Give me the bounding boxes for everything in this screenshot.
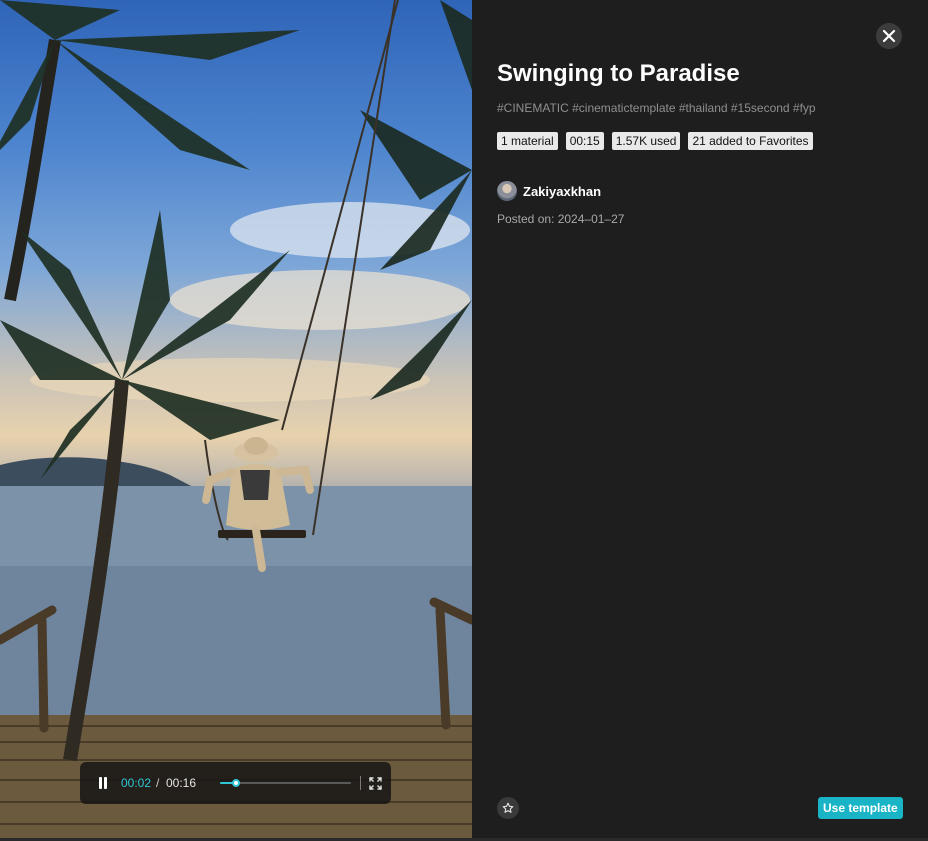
favorites-count-badge: 21 added to Favorites [688,132,813,150]
fullscreen-button[interactable] [369,777,382,790]
video-frame-image [0,0,472,838]
close-button[interactable] [876,23,902,49]
use-template-button[interactable]: Use template [818,797,903,819]
duration-badge: 00:15 [565,132,604,150]
star-icon [502,802,514,813]
video-player-controls: 00:02 / 00:16 [80,762,391,804]
time-separator: / [156,776,160,790]
template-title: Swinging to Paradise [497,60,740,87]
material-count-badge: 1 material [497,132,558,150]
divider [360,776,361,790]
avatar [497,181,517,201]
close-icon [882,29,896,43]
favorite-button[interactable] [497,797,519,819]
hashtags: #CINEMATIC #cinematictemplate #thailand … [497,101,816,115]
template-details-panel: Swinging to Paradise #CINEMATIC #cinemat… [472,0,928,841]
pause-button[interactable] [97,777,109,789]
posted-date: Posted on: 2024–01–27 [497,212,625,226]
progress-thumb[interactable] [232,779,241,787]
author-profile[interactable]: Zakiyaxkhan [497,181,601,201]
pause-icon-bar [104,777,107,789]
template-stats: 1 material 00:15 1.57K used 21 added to … [497,132,813,150]
usage-count-badge: 1.57K used [611,132,681,150]
pause-icon-bar [99,777,102,789]
total-time: 00:16 [166,776,197,790]
fullscreen-icon [369,777,382,790]
video-preview[interactable]: 00:02 / 00:16 [0,0,472,838]
progress-bar[interactable] [220,779,351,787]
author-name: Zakiyaxkhan [523,183,602,199]
current-time: 00:02 [121,776,152,790]
